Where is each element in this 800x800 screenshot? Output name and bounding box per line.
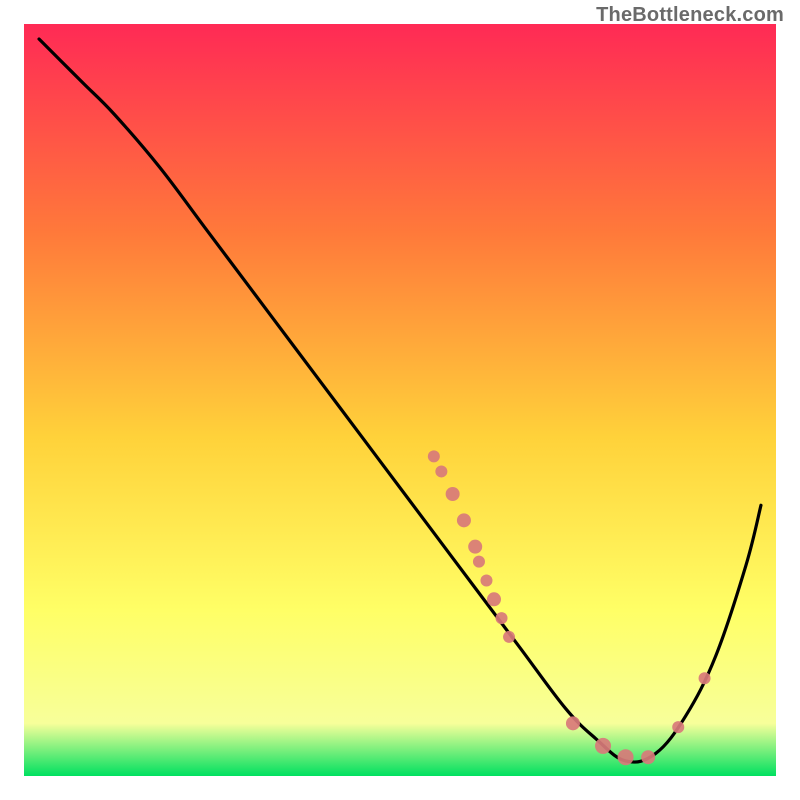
plot-background — [24, 24, 776, 776]
data-marker — [487, 592, 501, 606]
chart-container: TheBottleneck.com — [0, 0, 800, 800]
bottleneck-chart — [0, 0, 800, 800]
data-marker — [446, 487, 460, 501]
data-marker — [699, 672, 711, 684]
data-marker — [468, 540, 482, 554]
data-marker — [503, 631, 515, 643]
watermark-text: TheBottleneck.com — [596, 4, 784, 27]
data-marker — [473, 556, 485, 568]
data-marker — [566, 716, 580, 730]
data-marker — [641, 750, 655, 764]
data-marker — [435, 465, 447, 477]
data-marker — [496, 612, 508, 624]
data-marker — [618, 749, 634, 765]
data-marker — [480, 574, 492, 586]
data-marker — [457, 513, 471, 527]
data-marker — [595, 738, 611, 754]
data-marker — [672, 721, 684, 733]
data-marker — [428, 450, 440, 462]
